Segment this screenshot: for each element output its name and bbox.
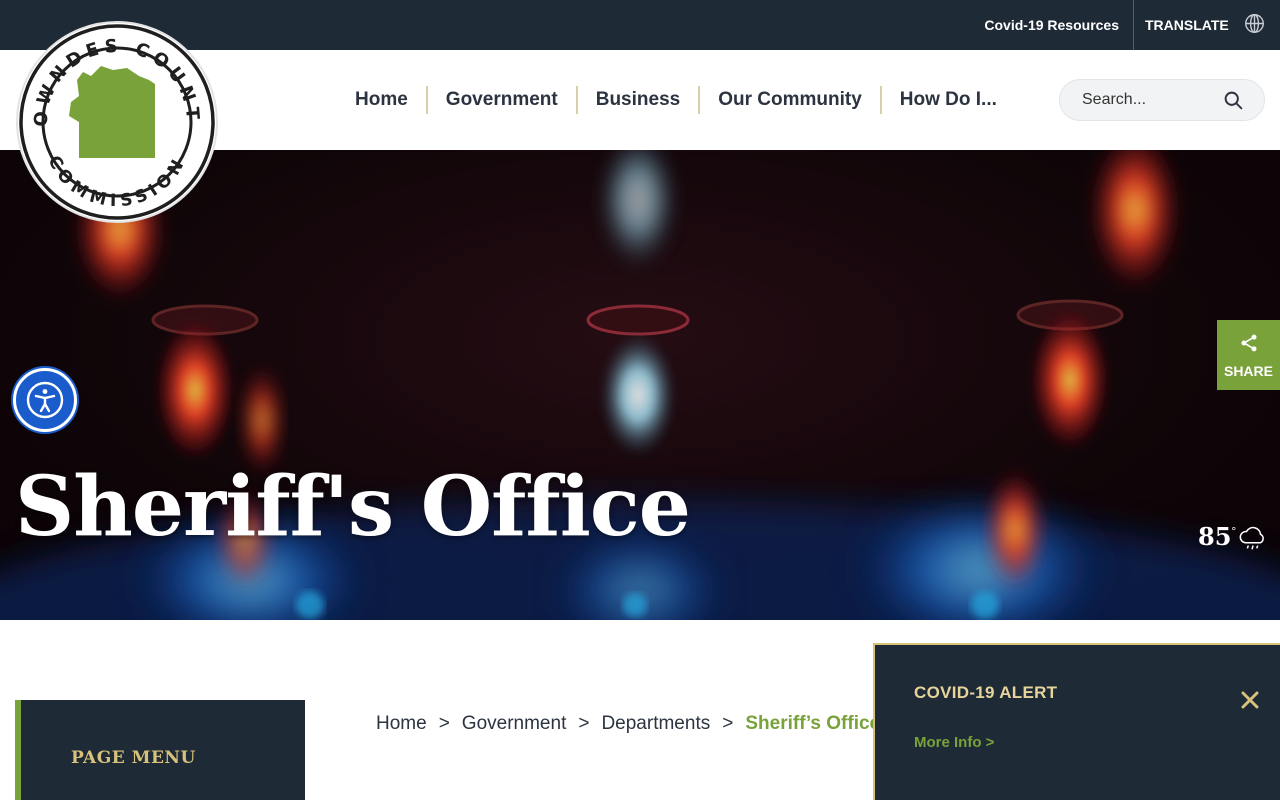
alert-title: COVID-19 ALERT xyxy=(914,683,1058,702)
breadcrumb: Home > Government > Departments > Sheriff’s Of… xyxy=(376,713,880,735)
nav-government[interactable]: Government xyxy=(428,89,576,111)
share-label: SHARE xyxy=(1223,363,1273,379)
nav-business[interactable]: Business xyxy=(578,89,698,111)
alert-more-info-link[interactable]: More Info > xyxy=(914,734,994,751)
close-icon[interactable] xyxy=(1241,691,1259,709)
topbar-divider xyxy=(1133,0,1134,50)
breadcrumb-government[interactable]: Government xyxy=(462,713,567,734)
share-icon xyxy=(1241,334,1257,352)
county-logo[interactable]: LOWNDES COUNTY COMMISSION xyxy=(15,20,219,224)
weather-widget: 85 ° xyxy=(1198,522,1268,554)
breadcrumb-home[interactable]: Home xyxy=(376,713,427,734)
main-nav: Home Government Business Our Community H… xyxy=(337,50,1015,150)
rain-cloud-icon xyxy=(1239,526,1265,550)
weather-degree: ° xyxy=(1231,524,1237,538)
breadcrumb-separator: > xyxy=(722,713,734,734)
nav-home[interactable]: Home xyxy=(337,89,426,111)
nav-our-community[interactable]: Our Community xyxy=(700,89,880,111)
search-input[interactable] xyxy=(1082,80,1222,120)
translate-button[interactable]: TRANSLATE xyxy=(1145,0,1229,50)
nav-how-do-i[interactable]: How Do I... xyxy=(882,89,1015,111)
page-menu[interactable]: PAGE MENU xyxy=(15,700,305,800)
breadcrumb-separator: > xyxy=(578,713,590,734)
globe-icon[interactable] xyxy=(1244,13,1265,34)
accessibility-button[interactable] xyxy=(13,368,77,432)
county-shape xyxy=(69,66,155,158)
breadcrumb-separator: > xyxy=(438,713,450,734)
covid-resources-link[interactable]: Covid-19 Resources xyxy=(984,0,1119,50)
share-button[interactable]: SHARE xyxy=(1217,320,1280,390)
page-menu-label: PAGE MENU xyxy=(71,748,196,768)
weather-temperature: 85 xyxy=(1198,522,1232,551)
breadcrumb-current: Sheriff’s Office xyxy=(745,713,881,734)
search-box[interactable] xyxy=(1059,79,1265,121)
page-title: Sheriff's Office xyxy=(15,459,691,555)
covid-alert-popup: COVID-19 ALERT More Info > xyxy=(873,643,1280,800)
breadcrumb-departments[interactable]: Departments xyxy=(601,713,710,734)
accessibility-icon xyxy=(26,381,64,419)
search-icon[interactable] xyxy=(1223,90,1244,111)
